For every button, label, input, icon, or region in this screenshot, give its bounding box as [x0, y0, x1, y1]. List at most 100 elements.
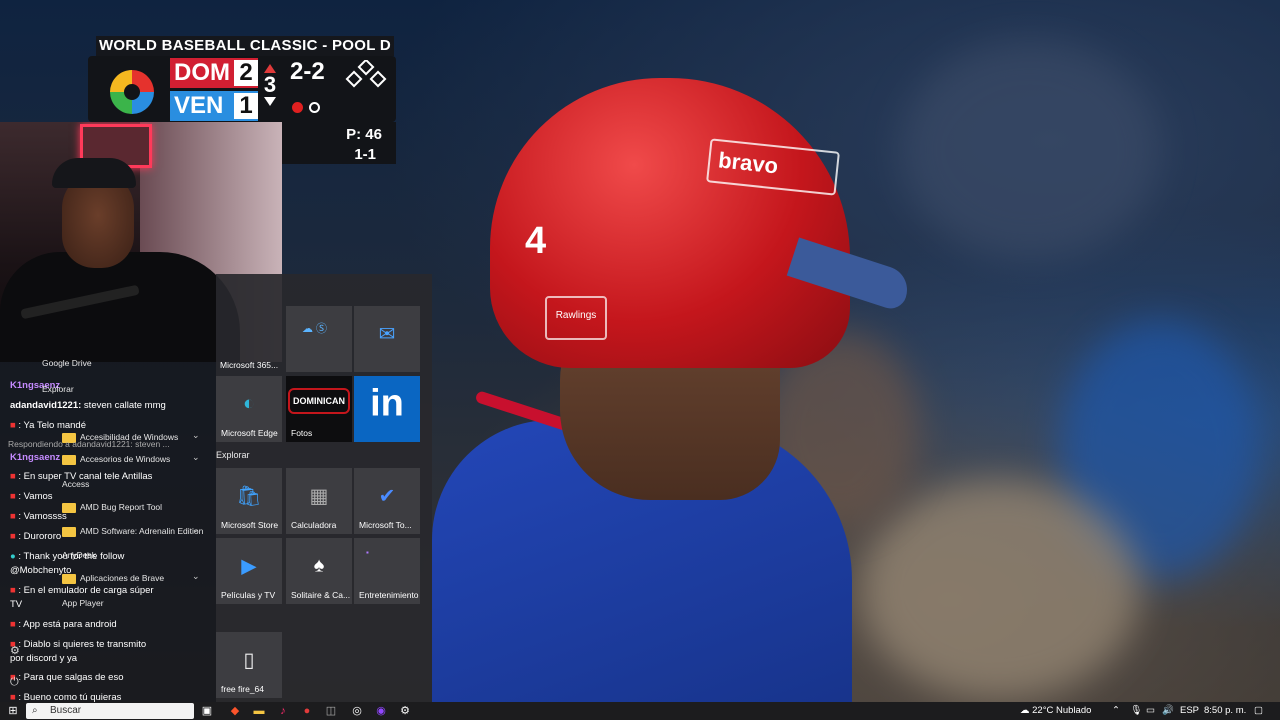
movies-icon: ▶ — [241, 555, 257, 578]
solitaire-icon: ♠ — [313, 554, 325, 577]
notifications-icon[interactable]: ▢ — [1254, 704, 1263, 718]
tile-label: Calculadora — [291, 520, 337, 530]
tile-peliculas-tv[interactable]: ▶ Películas y TV — [216, 538, 282, 604]
taskbar: ⊞ ⌕ Buscar ▣ ◆ ▬ ♪ ● ◫ ◎ ◉ ⚙ ☁ 22°C Nubl… — [0, 702, 1280, 720]
mail-icon: ✉ — [378, 323, 396, 346]
chat-message: ■ : Durororo — [10, 531, 62, 542]
settings-gear-icon[interactable]: ⚙ — [10, 644, 20, 657]
tile-label: Microsoft To... — [359, 520, 412, 530]
menu-item-amd-software[interactable]: AMD Software: Adrenalin Edition — [62, 526, 203, 537]
ball-strike-count: 2-2 — [290, 58, 325, 85]
inning-indicator: 3 — [260, 60, 280, 118]
store-icon: 🛍 — [236, 485, 262, 508]
reply-hint: Respondiendo a adandavid1221: steven ... — [8, 439, 170, 449]
tile-calculadora[interactable]: ▦ Calculadora — [286, 468, 352, 534]
tile-entretenimiento[interactable]: ▪ Entretenimiento — [354, 538, 420, 604]
search-placeholder: Buscar — [50, 705, 82, 716]
tiktok-icon[interactable]: ♪ — [276, 704, 290, 718]
tile-label: Microsoft 365... — [220, 360, 279, 370]
folder-icon — [62, 573, 76, 584]
clock[interactable]: 8:50 p. m. — [1204, 704, 1246, 718]
volume-icon[interactable]: 🔊 — [1162, 704, 1174, 718]
batter-line: 1-1 — [354, 146, 376, 163]
tile-label: Solitaire & Ca... — [291, 590, 351, 600]
pitch-info: P: 46 1-1 — [282, 122, 396, 164]
team-dom-score: 2 — [234, 60, 258, 86]
tile-microsoft-todo[interactable]: ✔ Microsoft To... — [354, 468, 420, 534]
taskbar-search-input[interactable]: ⌕ Buscar — [26, 703, 194, 719]
folder-icon — [62, 454, 76, 465]
chevron-down-icon[interactable]: ⌄ — [192, 452, 200, 463]
network-icon[interactable]: ▭ — [1146, 704, 1155, 718]
app-red-icon[interactable]: ● — [300, 704, 314, 718]
weather-text: 22°C Nublado — [1032, 705, 1092, 716]
power-icon[interactable]: ⏻ — [10, 676, 19, 689]
obs-icon[interactable]: ◉ — [374, 704, 388, 718]
chat-message: ■ : App está para android — [10, 619, 117, 630]
linkedin-icon: in — [370, 382, 404, 425]
search-icon: ⌕ — [32, 705, 38, 716]
menu-item-amd-bug[interactable]: AMD Bug Report Tool — [62, 502, 162, 513]
chat-message: TV — [10, 599, 23, 610]
inning-number: 3 — [263, 72, 277, 97]
tile-microsoft-365[interactable]: ☁ Ⓢ — [286, 306, 352, 372]
app-circle-icon[interactable]: ◎ — [350, 704, 364, 718]
tray-chevron-icon[interactable]: ⌃ — [1112, 704, 1120, 718]
chat-message: ■ : En el emulador de carga súper — [10, 585, 154, 596]
helmet-badge: Rawlings — [545, 296, 607, 340]
menu-item-brave-apps[interactable]: Aplicaciones de Brave — [62, 573, 164, 584]
tile-label: free fire_64 — [221, 684, 264, 694]
folder-icon — [62, 526, 76, 537]
section-explorar: Explorar — [216, 450, 250, 460]
tile-label: Microsoft Edge — [221, 428, 278, 438]
menu-item-app-player[interactable]: App Player — [62, 598, 104, 608]
menu-item-accesorios[interactable]: Accesorios de Windows — [62, 454, 170, 465]
dominican-logo-icon: DOMINICAN — [288, 388, 350, 415]
menu-item-explorar[interactable]: Explorar — [42, 384, 74, 394]
tile-mail[interactable]: ✉ — [354, 306, 420, 372]
microphone-icon[interactable]: 🎙 — [1130, 704, 1142, 718]
menu-item-access[interactable]: Access — [62, 479, 89, 489]
tile-solitaire[interactable]: ♠ Solitaire & Ca... — [286, 538, 352, 604]
streamer-cap — [52, 158, 136, 188]
start-menu: ☁ Ⓢ Microsoft 365... ✉ ◐ Microsoft Edge … — [216, 274, 432, 702]
calculator-icon: ▦ — [309, 485, 329, 508]
chevron-down-icon[interactable]: ⌄ — [192, 571, 200, 582]
file-explorer-icon[interactable]: ▬ — [252, 704, 266, 718]
tile-fotos[interactable]: DOMINICAN Fotos — [286, 376, 352, 442]
inning-bottom-arrow-icon — [264, 97, 276, 106]
app-grey-icon[interactable]: ◫ — [324, 704, 338, 718]
out-dot-icon — [292, 102, 303, 113]
file-icon: ▯ — [243, 649, 255, 672]
chat-message: K1ngsaenz — [10, 452, 61, 463]
team-ven-score: 1 — [234, 93, 258, 119]
team-dom: DOM 2 — [170, 58, 258, 88]
team-ven-abbr: VEN — [174, 92, 224, 119]
brave-icon[interactable]: ◆ — [228, 704, 242, 718]
todo-icon: ✔ — [378, 485, 396, 508]
tile-linkedin[interactable]: in — [354, 376, 420, 442]
weather-widget[interactable]: ☁ 22°C Nublado — [1020, 704, 1091, 718]
tile-label: Microsoft Store — [221, 520, 279, 530]
scoreboard-title: WORLD BASEBALL CLASSIC - POOL D — [96, 36, 394, 56]
windows-start-icon[interactable]: ⊞ — [6, 704, 20, 718]
bases-diamond-icon — [345, 60, 387, 88]
tile-microsoft-store[interactable]: 🛍 Microsoft Store — [216, 468, 282, 534]
wbc-logo-icon — [108, 68, 156, 116]
entertainment-icon: ▪ — [366, 548, 369, 557]
settings-icon[interactable]: ⚙ — [398, 704, 412, 718]
tile-label: Películas y TV — [221, 590, 276, 600]
menu-item-google-drive[interactable]: Google Drive — [42, 358, 92, 368]
language-indicator[interactable]: ESP — [1180, 704, 1199, 718]
chat-message: ■ : Vamossss — [10, 511, 67, 522]
out-dot-icon — [309, 102, 320, 113]
chat-message: ● : Thank you for the follow — [10, 551, 125, 562]
tile-free-fire[interactable]: ▯ free fire_64 — [216, 632, 282, 698]
tile-microsoft-edge[interactable]: ◐ Microsoft Edge — [216, 376, 282, 442]
chevron-down-icon[interactable]: ⌄ — [192, 524, 200, 535]
helmet-number: 4 — [525, 220, 547, 262]
chevron-down-icon[interactable]: ⌄ — [192, 430, 200, 441]
edge-icon: ◐ — [242, 392, 256, 415]
team-ven: VEN 1 — [170, 91, 258, 121]
task-view-icon[interactable]: ▣ — [200, 704, 214, 718]
